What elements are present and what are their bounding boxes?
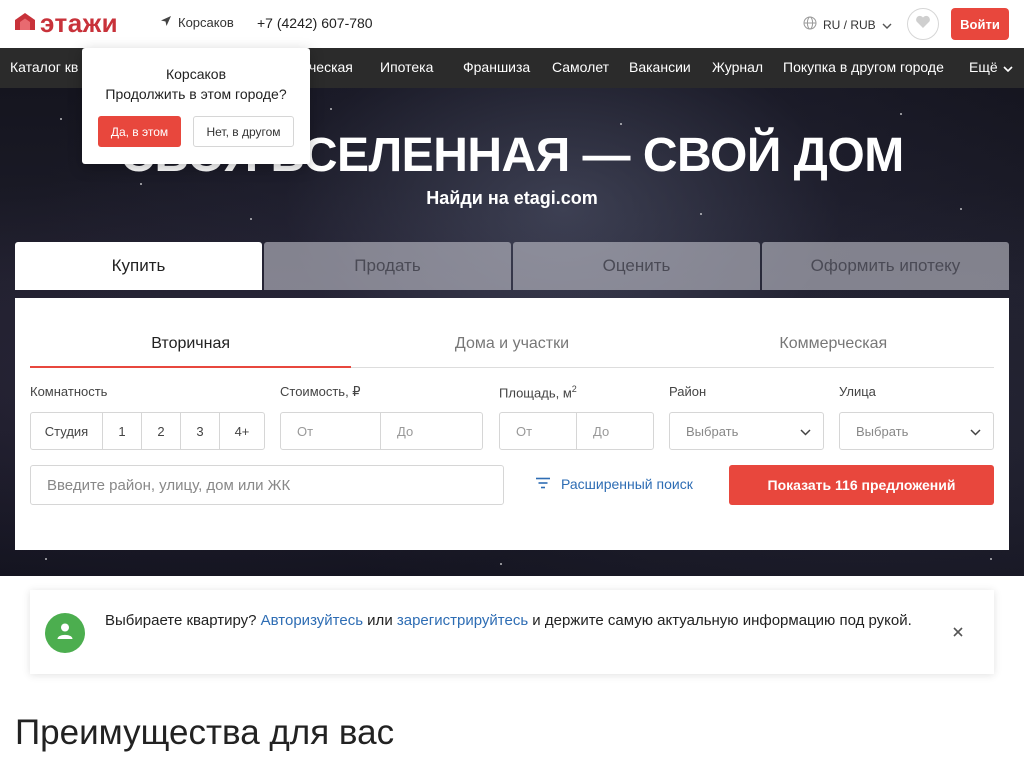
district-label: Район [669,384,707,399]
district-select[interactable]: Выбрать [669,412,824,450]
house-logo-icon [14,11,36,36]
nav-item-franchise[interactable]: Франшиза [463,59,530,75]
search-panel: Вторичная Дома и участки Коммерческая Ко… [15,298,1009,550]
site-header: этажи Корсаков +7 (4242) 607-780 RU / RU… [0,0,1024,48]
chevron-down-icon [800,424,811,439]
tab-sell[interactable]: Продать [264,242,511,290]
area-to-input[interactable]: До [576,412,654,450]
advanced-search-label: Расширенный поиск [561,476,693,492]
tab-mortgage[interactable]: Оформить ипотеку [762,242,1009,290]
subtab-secondary[interactable]: Вторичная [30,320,352,368]
deal-type-tabs: Купить Продать Оценить Оформить ипотеку [15,242,1009,290]
price-label: Стоимость, ₽ [280,384,361,399]
popup-no-button[interactable]: Нет, в другом [193,116,294,147]
city-name: Корсаков [178,15,234,30]
banner-text-2: или [363,612,397,629]
banner-text-1: Выбираете квартиру? [105,612,261,629]
tab-buy[interactable]: Купить [15,242,262,290]
district-select-value: Выбрать [686,423,739,439]
area-label-text: Площадь, м [499,385,572,401]
city-confirm-popup: Корсаков Продолжить в этом городе? Да, в… [82,48,310,164]
price-to-input[interactable]: До [380,412,483,450]
location-arrow-icon [160,15,172,30]
heart-icon [915,15,931,34]
nav-item-samolet[interactable]: Самолет [552,59,609,75]
favorites-button[interactable] [907,8,939,40]
street-select-value: Выбрать [856,423,909,439]
chevron-down-icon [970,424,981,439]
tab-evaluate[interactable]: Оценить [513,242,760,290]
property-type-tabs: Вторичная Дома и участки Коммерческая [30,320,994,368]
phone-number[interactable]: +7 (4242) 607-780 [257,15,373,31]
close-icon[interactable] [951,625,965,639]
popup-city-name: Корсаков [165,66,227,82]
show-offers-button[interactable]: Показать 116 предложений [729,465,994,505]
language-currency-selector[interactable]: RU / RUB [803,16,892,33]
rooms-option-3[interactable]: 3 [181,413,220,449]
login-link[interactable]: Авторизуйтесь [261,612,363,629]
avatar [45,613,85,653]
nav-item-commercial[interactable]: ческая [309,59,353,75]
city-selector[interactable]: Корсаков [160,15,234,30]
nav-item-other-city[interactable]: Покупка в другом городе [783,59,944,75]
nav-item-more[interactable]: Ещё [969,59,1013,75]
register-link[interactable]: зарегистрируйтесь [397,612,528,629]
address-search-input[interactable]: Введите район, улицу, дом или ЖК [30,465,504,505]
area-label: Площадь, м2 [499,384,577,400]
hero-subtitle: Найди на etagi.com [426,188,598,208]
logo[interactable]: этажи [14,9,118,37]
login-button[interactable]: Войти [951,8,1009,40]
globe-icon [803,16,817,33]
logo-text: этажи [40,8,119,38]
subtab-commercial[interactable]: Коммерческая [673,320,994,367]
rooms-label: Комнатность [30,384,108,399]
area-label-sup: 2 [571,384,577,394]
user-icon [55,621,75,646]
rooms-option-studio[interactable]: Студия [31,413,103,449]
area-from-input[interactable]: От [499,412,577,450]
advanced-search-button[interactable]: Расширенный поиск [535,476,693,492]
chevron-down-icon [882,18,892,32]
nav-more-label: Ещё [969,59,998,75]
price-from-input[interactable]: От [280,412,381,450]
rooms-option-2[interactable]: 2 [142,413,181,449]
auth-banner: Выбираете квартиру? Авторизуйтесь или за… [30,590,994,674]
section-title: Преимущества для вас [15,713,395,752]
chevron-down-icon [1003,59,1013,75]
banner-text-3: и держите самую актуальную информацию по… [528,612,912,629]
subtab-houses-land[interactable]: Дома и участки [351,320,672,367]
street-select[interactable]: Выбрать [839,412,994,450]
filter-icon [535,476,551,492]
street-label: Улица [839,384,876,399]
nav-item-catalog[interactable]: Каталог кв [10,59,78,75]
rooms-option-4plus[interactable]: 4+ [220,413,264,449]
rooms-option-1[interactable]: 1 [103,413,142,449]
lang-currency-label: RU / RUB [823,17,876,32]
nav-item-journal[interactable]: Журнал [712,59,763,75]
banner-message: Выбираете квартиру? Авторизуйтесь или за… [105,610,945,632]
nav-item-vacancies[interactable]: Вакансии [629,59,691,75]
nav-item-mortgage[interactable]: Ипотека [380,59,433,75]
rooms-selector: Студия 1 2 3 4+ [30,412,265,450]
popup-yes-button[interactable]: Да, в этом [98,116,181,147]
popup-question: Продолжить в этом городе? [105,86,287,102]
